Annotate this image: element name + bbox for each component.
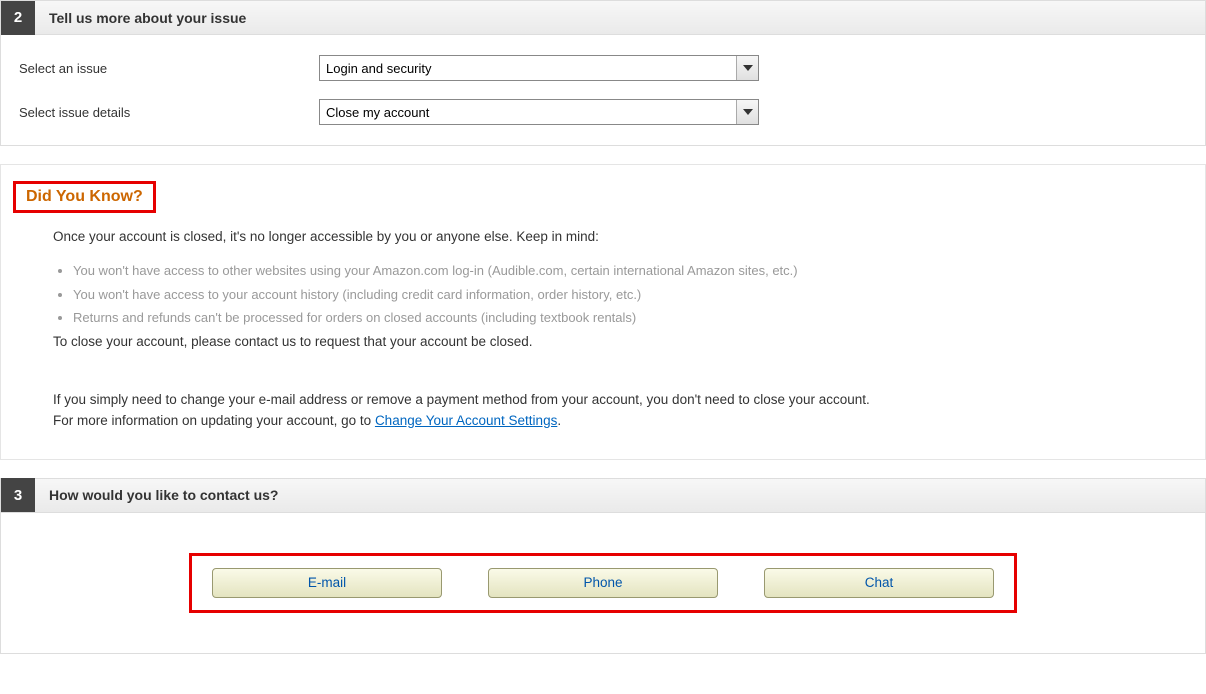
contact-buttons-highlight: E-mail Phone Chat: [189, 553, 1017, 613]
issue-select[interactable]: Login and security: [319, 55, 759, 81]
info-content: Once your account is closed, it's no lon…: [15, 227, 1187, 431]
did-you-know-section: Did You Know? Once your account is close…: [0, 164, 1206, 460]
step-2-body: Select an issue Login and security Selec…: [1, 35, 1205, 145]
change-account-settings-link[interactable]: Change Your Account Settings: [375, 413, 557, 428]
step-3-header: 3 How would you like to contact us?: [1, 479, 1205, 513]
chat-button[interactable]: Chat: [764, 568, 994, 598]
info-close-note: To close your account, please contact us…: [53, 332, 1187, 352]
phone-button[interactable]: Phone: [488, 568, 718, 598]
info-intro: Once your account is closed, it's no lon…: [53, 227, 1187, 247]
step-3-section: 3 How would you like to contact us? E-ma…: [0, 478, 1206, 654]
step-3-number: 3: [1, 478, 35, 512]
info-bullet: You won't have access to other websites …: [73, 261, 1187, 281]
did-you-know-highlight: Did You Know?: [13, 181, 156, 213]
details-select[interactable]: Close my account: [319, 99, 759, 125]
issue-row: Select an issue Login and security: [19, 55, 1187, 81]
step-2-section: 2 Tell us more about your issue Select a…: [0, 0, 1206, 146]
info-change-line2b: .: [557, 413, 561, 428]
step-2-header: 2 Tell us more about your issue: [1, 1, 1205, 35]
info-bullet-list: You won't have access to other websites …: [53, 261, 1187, 328]
issue-select-wrap: Login and security: [319, 55, 759, 81]
email-button[interactable]: E-mail: [212, 568, 442, 598]
info-change-line1: If you simply need to change your e-mail…: [53, 392, 870, 407]
did-you-know-heading: Did You Know?: [26, 188, 143, 206]
step-3-title: How would you like to contact us?: [49, 487, 278, 503]
info-bullet: You won't have access to your account hi…: [73, 285, 1187, 305]
details-select-wrap: Close my account: [319, 99, 759, 125]
step-3-body: E-mail Phone Chat: [1, 513, 1205, 653]
info-bullet: Returns and refunds can't be processed f…: [73, 308, 1187, 328]
issue-label: Select an issue: [19, 61, 319, 76]
info-change-line2a: For more information on updating your ac…: [53, 413, 375, 428]
step-2-number: 2: [1, 1, 35, 35]
details-row: Select issue details Close my account: [19, 99, 1187, 125]
info-change-note: If you simply need to change your e-mail…: [53, 390, 1187, 431]
details-label: Select issue details: [19, 105, 319, 120]
step-2-title: Tell us more about your issue: [49, 10, 246, 26]
